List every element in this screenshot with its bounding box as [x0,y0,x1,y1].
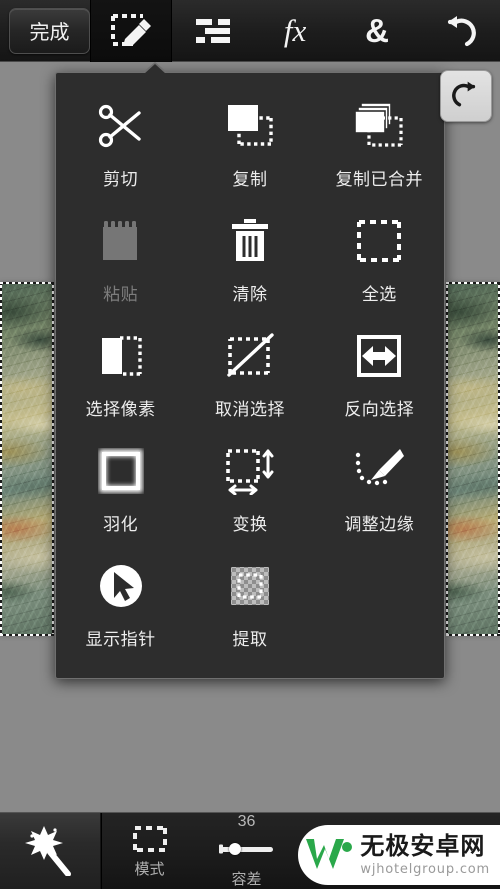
slider-cap [218,844,223,854]
redo-arrow-icon [451,80,481,113]
select-all-icon [356,214,402,268]
watermark-subtitle: wjhotelgroup.com [360,861,490,877]
tolerance-slider-track[interactable] [218,843,273,855]
watermark: 无极安卓网 wjhotelgroup.com [298,825,500,885]
menu-item-clear[interactable]: 清除 [185,202,314,317]
menu-item-select-all[interactable]: 全选 [315,202,444,317]
watermark-text: 无极安卓网 wjhotelgroup.com [360,832,490,877]
fx-icon: fx [283,13,307,48]
edit-menu-grid: 剪切 复制 复制已合并 粘贴 清除 全选 选择像素 取消选择 反向选择 羽化 变… [56,87,444,662]
tolerance-value: 36 [237,813,256,830]
redo-button[interactable] [440,70,492,122]
magic-wand-tool-button[interactable] [0,813,101,889]
menu-item-show-pointer[interactable]: 显示指针 [56,547,185,662]
extract-icon [228,559,272,613]
menu-item-copy-merged[interactable]: 复制已合并 [315,87,444,202]
menu-item-refine-edge[interactable]: 调整边缘 [315,432,444,547]
paste-icon [100,214,142,268]
undo-arrow-icon [441,14,477,48]
edit-menu-panel: 剪切 复制 复制已合并 粘贴 清除 全选 选择像素 取消选择 反向选择 羽化 变… [55,62,445,679]
menu-item-label: 清除 [232,285,268,304]
marquee-pencil-icon [110,11,152,51]
image-texture [0,284,52,634]
menu-item-label: 复制已合并 [335,170,424,189]
menu-item-label: 复制 [232,170,268,189]
copy-merged-icon [352,99,406,153]
sliders-icon [194,16,232,46]
select-pixels-icon [98,329,144,383]
menu-item-label: 取消选择 [214,400,285,419]
menu-item-label: 选择像素 [85,400,156,419]
image-layer-right[interactable] [448,284,500,634]
trash-icon [230,214,270,268]
done-button[interactable]: 完成 [9,7,91,54]
transform-icon [224,444,276,498]
menu-item-label: 剪切 [103,170,139,189]
photoshop-touch-app: 完成 fx & 剪切 复制 复制已合并 粘贴 清除 全选 选择像素 取消选择 反… [0,0,500,889]
deselect-icon [226,329,274,383]
menu-item-label: 全选 [361,285,397,304]
w-logo-icon [302,831,354,880]
watermark-title: 无极安卓网 [360,832,486,860]
menu-item-label: 粘贴 [103,285,139,304]
menu-item-transform[interactable]: 变换 [185,432,314,547]
marquee-dashed-icon [132,824,168,854]
tolerance-slider-knob[interactable] [228,843,241,855]
menu-item-label: 反向选择 [344,400,415,419]
mode-option-label: 模式 [134,860,165,878]
image-layer-left[interactable] [0,284,52,634]
menu-item-paste[interactable]: 粘贴 [56,202,185,317]
magic-wand-icon [24,822,76,881]
tolerance-option-label: 容差 [231,871,262,888]
menu-item-label: 提取 [232,630,268,649]
menu-item-feather[interactable]: 羽化 [56,432,185,547]
slider-icon[interactable] [218,834,273,864]
top-toolbar: 完成 fx & [0,0,500,62]
feather-icon [98,444,144,498]
effects-tool-tab[interactable]: fx [254,0,336,62]
menu-item-invert-selection[interactable]: 反向选择 [315,317,444,432]
copy-icon [224,99,276,153]
menu-item-cut[interactable]: 剪切 [56,87,185,202]
menu-item-label: 调整边缘 [344,515,415,534]
tolerance-option[interactable]: 36 容差 [198,813,295,889]
image-texture [448,284,500,634]
menu-item-label: 羽化 [103,515,139,534]
menu-item-label: 变换 [232,515,268,534]
scissors-icon [97,99,145,153]
blend-tool-tab[interactable]: & [336,0,418,62]
show-pointer-icon [97,559,145,613]
invert-selection-icon [356,329,402,383]
mode-option[interactable]: 模式 [101,813,198,889]
done-button-label: 完成 [29,22,70,44]
adjustments-tool-tab[interactable] [172,0,254,62]
menu-item-copy[interactable]: 复制 [185,87,314,202]
menu-item-deselect[interactable]: 取消选择 [185,317,314,432]
refine-edge-icon [353,444,405,498]
ampersand-icon: & [365,12,389,49]
menu-item-select-pixels[interactable]: 选择像素 [56,317,185,432]
menu-item-label: 显示指针 [85,630,156,649]
undo-tool-tab[interactable] [418,0,500,62]
selection-edit-tool-tab[interactable] [90,0,173,62]
menu-item-empty [315,547,444,662]
panel-arrow [142,62,168,74]
menu-item-extract[interactable]: 提取 [185,547,314,662]
